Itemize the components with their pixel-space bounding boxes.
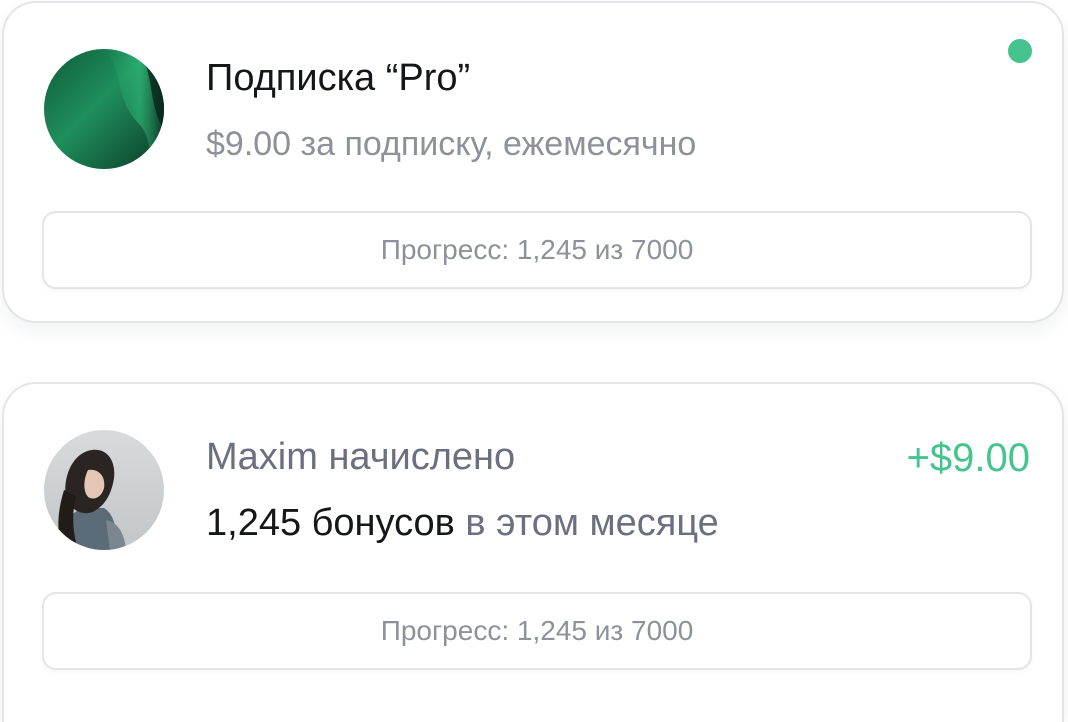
bonus-amount: +$9.00	[906, 436, 1030, 480]
bonus-summary: 1,245 бонусов в этом месяце	[206, 502, 719, 545]
online-status-dot-icon	[1008, 39, 1032, 63]
bonus-progress: Прогресс: 1,245 из 7000	[42, 592, 1032, 670]
user-avatar-icon	[44, 430, 164, 550]
bonus-recipient: Maxim начислено	[206, 436, 516, 478]
bonus-count: 1,245 бонусов	[206, 502, 455, 544]
subscription-progress-label: Прогресс: 1,245 из 7000	[380, 234, 694, 265]
subscription-price: $9.00 за подписку, ежемесячно	[206, 125, 697, 163]
subscription-card[interactable]: Подписка “Pro” $9.00 за подписку, ежемес…	[2, 1, 1064, 323]
bonus-card[interactable]: Maxim начислено +$9.00 1,245 бонусов в э…	[2, 382, 1064, 722]
bonus-period: в этом месяце	[454, 502, 719, 544]
subscription-progress: Прогресс: 1,245 из 7000	[42, 211, 1032, 289]
subscription-title: Подписка “Pro”	[206, 57, 471, 99]
bonus-progress-label: Прогресс: 1,245 из 7000	[380, 615, 694, 646]
subscription-avatar-icon	[44, 49, 164, 169]
